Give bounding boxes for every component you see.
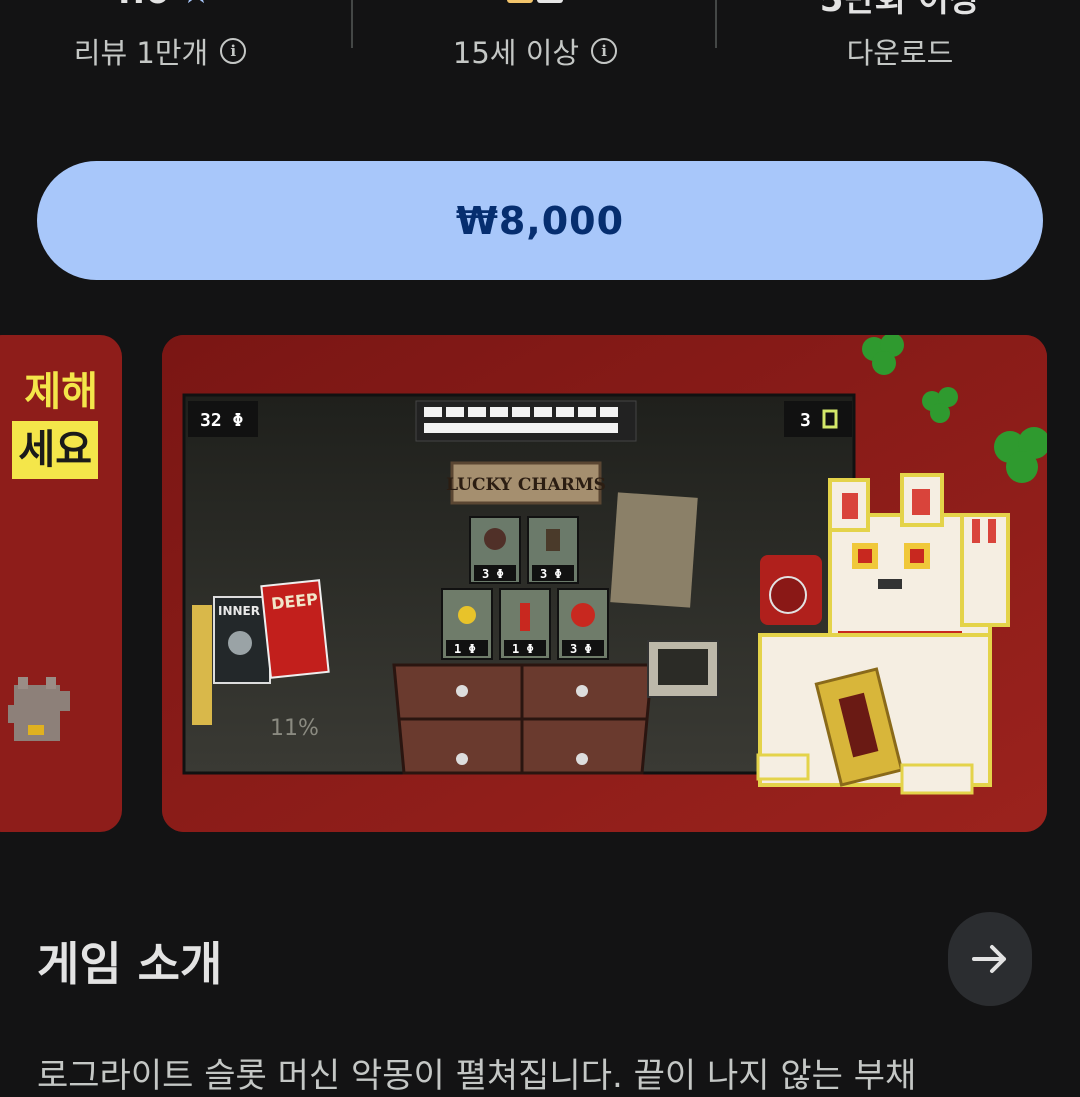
hud-tokens: 3 — [800, 410, 811, 431]
game-scene-image: 32 Φ 3 LUCKY CHARMS 3 Φ 3 Φ 1 Φ 1 Φ 3 Φ — [162, 335, 1047, 832]
download-count: 5만회 이상 — [819, 0, 981, 20]
lucky-cat-small-image — [8, 677, 70, 741]
screenshot-main[interactable]: 32 Φ 3 LUCKY CHARMS 3 Φ 3 Φ 1 Φ 1 Φ 3 Φ — [162, 335, 1047, 832]
stat-divider — [351, 0, 353, 48]
age-rating-icon — [507, 0, 563, 3]
charm-price: 3 Φ — [540, 567, 562, 581]
about-game-more-button[interactable] — [948, 912, 1032, 1006]
poster-inner: INNER — [218, 604, 260, 618]
rating-value: 4.6 — [109, 0, 169, 12]
wall-graffiti: 11% — [270, 716, 319, 741]
lucky-charms-sign: LUCKY CHARMS — [446, 475, 606, 495]
charm-price: 1 Φ — [454, 642, 476, 656]
stat-divider — [715, 0, 717, 48]
downloads-stat: 5만회 이상 다운로드 — [770, 0, 1030, 110]
info-icon[interactable]: i — [220, 38, 247, 64]
app-stats-row: 4.6 ★ 리뷰 1만개 i 15세 이상 i 5만회 이상 다운로드 — [0, 0, 1080, 110]
rating-value-row: 4.6 ★ — [40, 0, 280, 12]
hud-currency: 32 Φ — [200, 410, 244, 431]
arrow-right-icon — [972, 945, 1006, 973]
info-icon[interactable]: i — [591, 38, 618, 64]
screenshot-previous[interactable]: 제해 세요 — [0, 335, 122, 832]
rating-stat[interactable]: 4.6 ★ 리뷰 1만개 i — [40, 0, 280, 110]
game-description: 로그라이트 슬롯 머신 악몽이 펼쳐집니다. 끝이 나지 않는 부채 — [37, 1056, 917, 1096]
age-rating-badge — [400, 0, 670, 12]
review-count: 리뷰 1만개 — [73, 36, 209, 70]
about-game-title: 게임 소개 — [37, 937, 223, 991]
charm-price: 1 Φ — [512, 642, 534, 656]
age-rating-stat[interactable]: 15세 이상 i — [400, 0, 670, 110]
charm-price: 3 Φ — [482, 567, 504, 581]
charm-price: 3 Φ — [570, 642, 592, 656]
age-rating-label: 15세 이상 — [452, 36, 580, 70]
downloads-label: 다운로드 — [846, 36, 954, 70]
buy-button[interactable]: ₩8,000 — [37, 161, 1043, 280]
star-icon: ★ — [181, 0, 211, 12]
